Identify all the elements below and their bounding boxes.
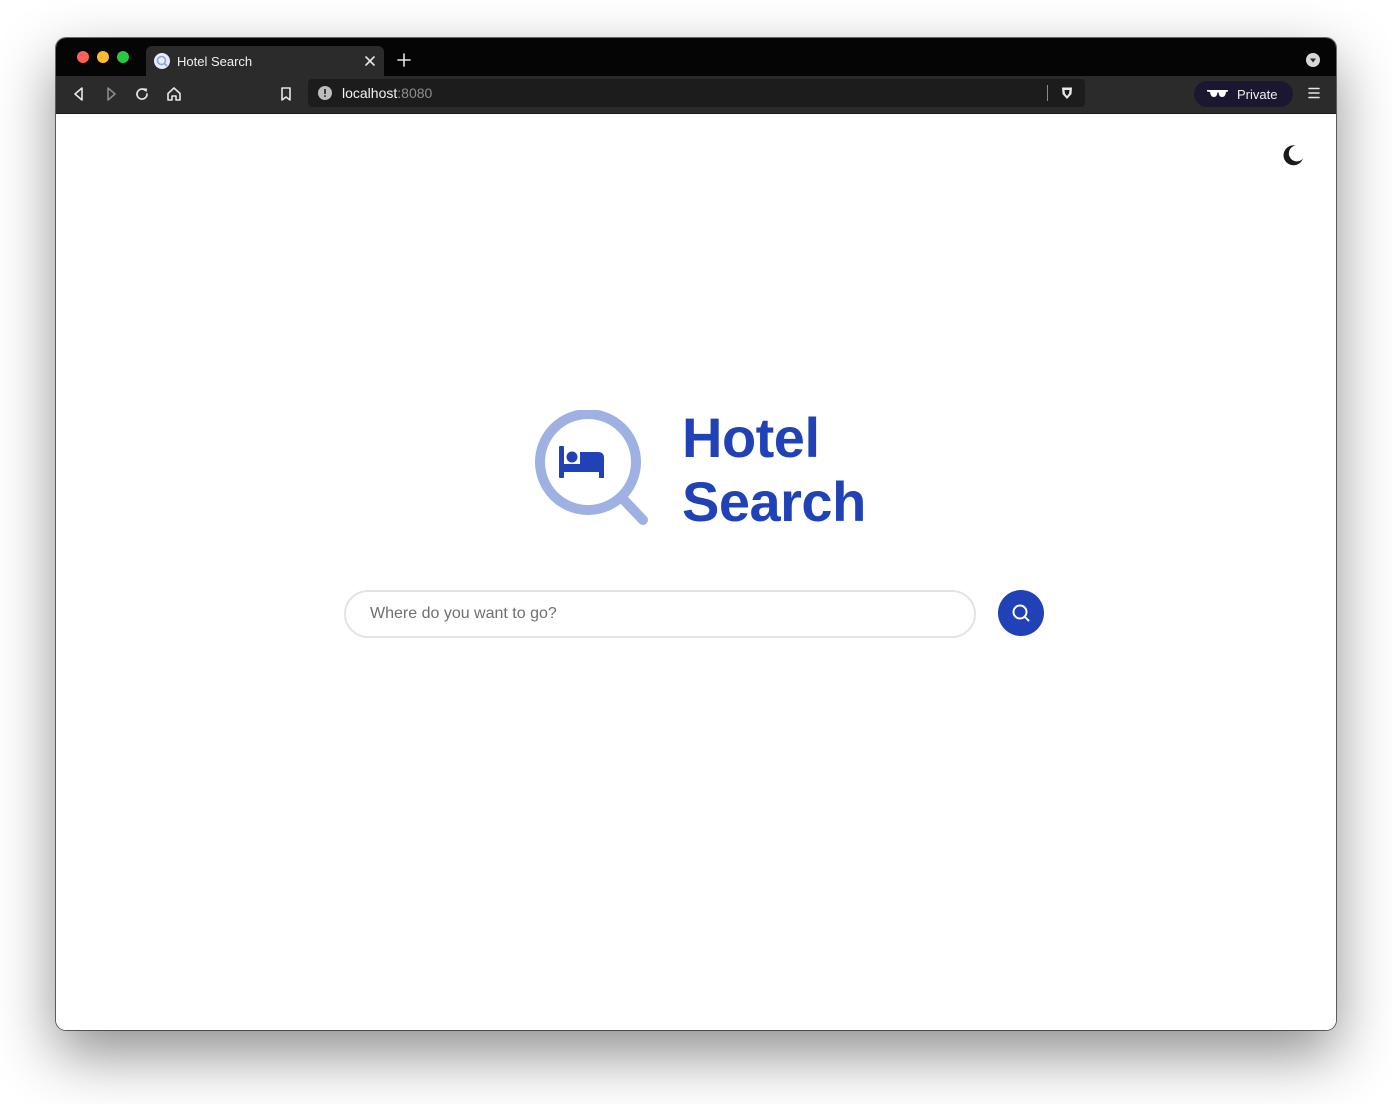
bookmark-icon[interactable]	[277, 85, 295, 103]
sunglasses-icon	[1207, 90, 1228, 97]
search-icon	[1012, 604, 1030, 622]
browser-toolbar: localhost:8080 Private	[56, 76, 1336, 114]
new-tab-plus-icon[interactable]	[396, 52, 412, 68]
tab-close-icon[interactable]	[362, 53, 378, 69]
close-window-button[interactable]	[77, 51, 89, 63]
tab-favicon-search-icon	[154, 53, 170, 69]
lion-shield-icon[interactable]	[1059, 85, 1075, 101]
browser-window: Hotel Search localhost:8080 Private Hote…	[56, 38, 1336, 1030]
url-host: localhost	[342, 85, 398, 101]
private-label: Private	[1237, 87, 1278, 102]
tab-title: Hotel Search	[177, 54, 253, 69]
site-info-icon[interactable]	[318, 86, 332, 100]
reload-icon[interactable]	[133, 85, 151, 103]
moon-icon[interactable]	[1280, 142, 1306, 168]
hamburger-menu-icon[interactable]	[1306, 85, 1322, 101]
magnifier-bed-icon	[530, 409, 654, 530]
page-content: Hotel Search	[56, 114, 1336, 1030]
search-button[interactable]	[998, 590, 1044, 636]
minimize-window-button[interactable]	[97, 51, 109, 63]
brand-line-hotel: Hotel	[682, 406, 820, 469]
private-window-badge[interactable]: Private	[1194, 81, 1293, 107]
address-bar-divider	[1047, 85, 1048, 101]
destination-search-input[interactable]	[344, 590, 976, 638]
forward-icon[interactable]	[102, 85, 120, 103]
back-icon[interactable]	[70, 85, 88, 103]
url-port: :8080	[397, 85, 433, 101]
address-bar[interactable]: localhost:8080	[308, 79, 1085, 107]
maximize-window-button[interactable]	[117, 51, 129, 63]
tab-list-chevron-down-icon[interactable]	[1306, 53, 1320, 67]
brand-line-search: Search	[682, 470, 866, 533]
home-icon[interactable]	[165, 85, 183, 103]
tab-strip: Hotel Search	[56, 38, 1336, 76]
tab-hotel-search[interactable]: Hotel Search	[146, 46, 384, 76]
url-text[interactable]: localhost:8080	[342, 85, 432, 101]
brand-title: Hotel Search	[682, 406, 866, 534]
